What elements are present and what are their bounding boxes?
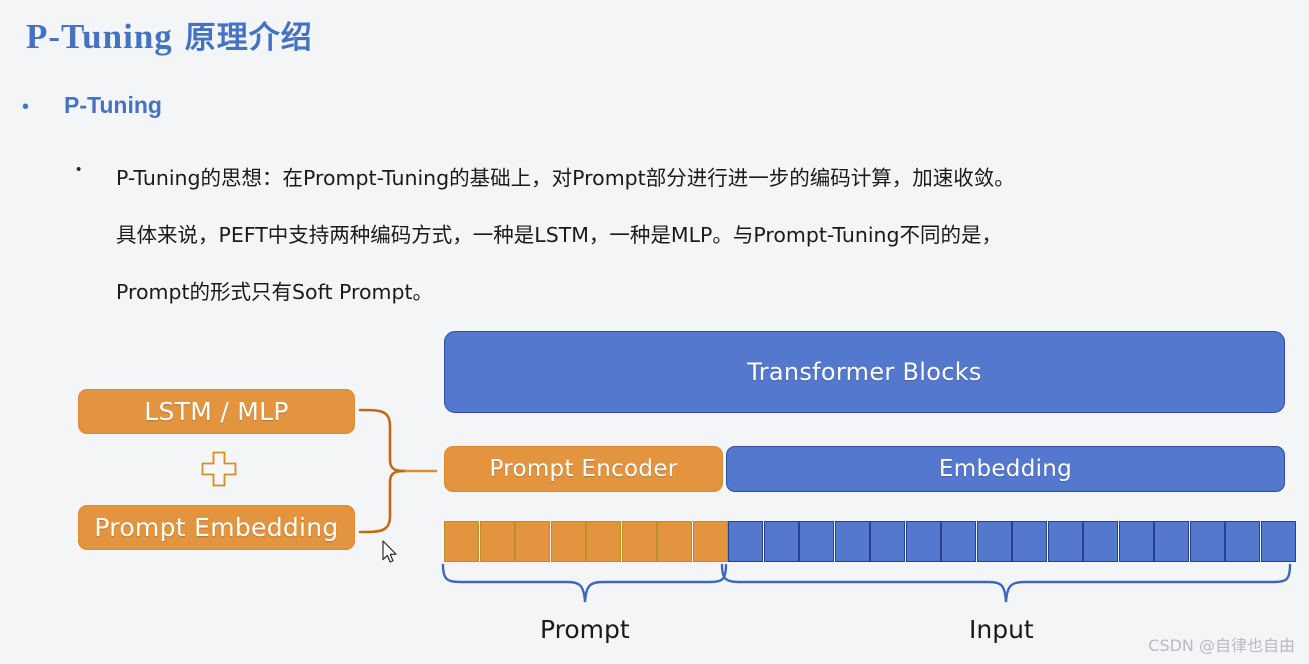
input-span-label: Input: [969, 615, 1034, 644]
prompt-token-square: [692, 521, 728, 562]
prompt-encoder-box: Prompt Encoder: [444, 446, 723, 492]
prompt-token-square: [479, 521, 515, 562]
input-token-square: [1189, 521, 1225, 562]
prompt-token-square: [621, 521, 657, 562]
prompt-token-square: [657, 521, 692, 562]
input-token-square: [941, 521, 976, 562]
input-token-square: [976, 521, 1012, 562]
input-token-square: [728, 521, 763, 562]
input-token-square: [834, 521, 870, 562]
prompt-token-square: [515, 521, 550, 562]
transformer-blocks-box: Transformer Blocks: [444, 331, 1285, 413]
input-token-square: [1083, 521, 1118, 562]
input-token-square: [1012, 521, 1047, 562]
prompt-embedding-box: Prompt Embedding: [78, 505, 355, 550]
prompt-span-label: Prompt: [540, 615, 630, 644]
input-token-square: [763, 521, 799, 562]
mouse-cursor-icon: [381, 540, 399, 571]
input-token-square: [870, 521, 905, 562]
prompt-token-square: [550, 521, 586, 562]
lstm-mlp-box: LSTM / MLP: [78, 389, 355, 434]
token-row: [444, 521, 1296, 562]
input-token-square: [1118, 521, 1154, 562]
input-token-square: [1047, 521, 1083, 562]
input-token-square: [905, 521, 941, 562]
input-token-square: [1225, 521, 1260, 562]
prompt-token-square: [444, 521, 479, 562]
embedding-box: Embedding: [726, 446, 1285, 492]
plus-icon: [200, 450, 238, 488]
csdn-watermark: CSDN @自律也自由: [1148, 636, 1295, 655]
input-token-square: [1154, 521, 1189, 562]
prompt-token-square: [586, 521, 621, 562]
input-token-square: [799, 521, 834, 562]
architecture-diagram: LSTM / MLP Prompt Embedding Transformer …: [0, 0, 1309, 664]
input-token-square: [1260, 521, 1296, 562]
